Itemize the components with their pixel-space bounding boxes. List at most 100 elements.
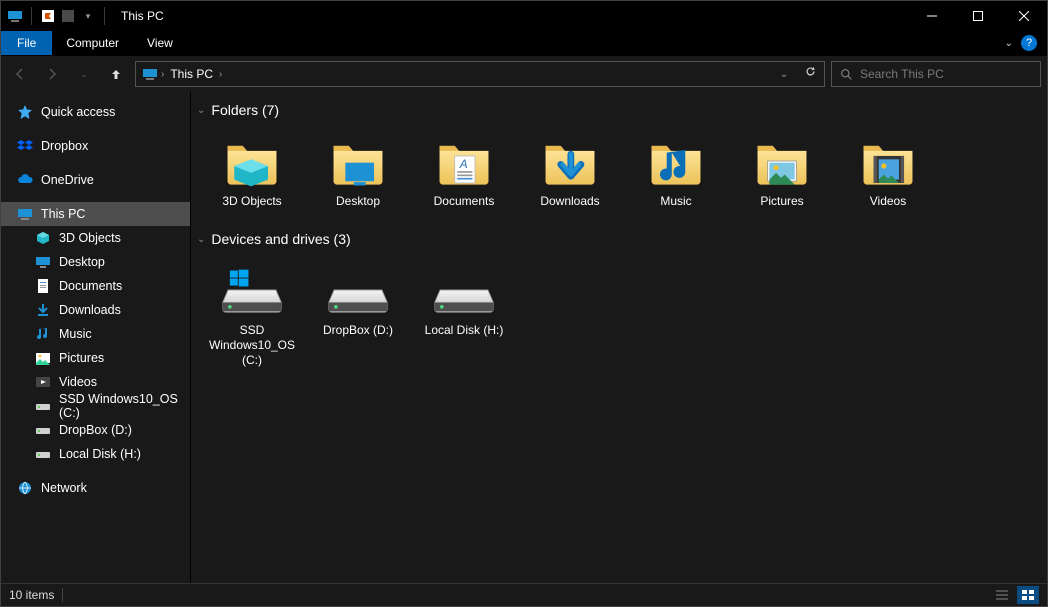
sidebar-item[interactable]: 3D Objects: [1, 226, 190, 250]
chevron-right-icon[interactable]: ›: [219, 69, 222, 80]
ribbon: File Computer View ⌄ ?: [1, 31, 1047, 56]
search-icon: [832, 68, 860, 81]
item-label: Videos: [870, 194, 906, 209]
item-label: Downloads: [540, 194, 599, 209]
ribbon-expand-icon[interactable]: ⌄: [1005, 38, 1013, 49]
group-header-label: Folders (7): [211, 102, 279, 118]
address-bar[interactable]: › This PC › ⌄: [135, 61, 825, 87]
folder-icon: [323, 130, 393, 192]
3d-icon: [35, 230, 51, 246]
folder-icon: A: [429, 130, 499, 192]
sidebar-item-onedrive[interactable]: OneDrive: [1, 168, 190, 192]
folder-icon: [747, 130, 817, 192]
videos-icon: [35, 374, 51, 390]
search-box[interactable]: Search This PC: [831, 61, 1041, 87]
address-history-dropdown[interactable]: ⌄: [772, 69, 796, 80]
drive-item[interactable]: Local Disk (H:): [423, 259, 505, 368]
refresh-button[interactable]: [796, 65, 824, 83]
sidebar-item-label: 3D Objects: [59, 231, 121, 245]
content-pane: ⌄ Folders (7) 3D Objects Desktop A Docum…: [191, 92, 1047, 583]
ribbon-tab-computer[interactable]: Computer: [52, 31, 133, 55]
minimize-button[interactable]: [909, 1, 955, 31]
svg-text:A: A: [459, 157, 468, 171]
titlebar: ▾ This PC: [1, 1, 1047, 31]
network-icon: [17, 480, 33, 496]
view-large-icons-button[interactable]: [1017, 586, 1039, 604]
sidebar-item[interactable]: SSD Windows10_OS (C:): [1, 394, 190, 418]
close-button[interactable]: [1001, 1, 1047, 31]
sidebar-item-label: This PC: [41, 207, 85, 221]
folder-item[interactable]: Downloads: [529, 130, 611, 209]
item-label: SSD Windows10_OS (C:): [209, 323, 295, 368]
group-header-folders[interactable]: ⌄ Folders (7): [195, 98, 1047, 124]
sidebar-item-label: OneDrive: [41, 173, 94, 187]
window-title: This PC: [121, 9, 164, 23]
sidebar-item[interactable]: Local Disk (H:): [1, 442, 190, 466]
nav-back-button[interactable]: [7, 61, 33, 87]
folder-item[interactable]: Music: [635, 130, 717, 209]
folder-item[interactable]: Pictures: [741, 130, 823, 209]
folder-item[interactable]: A Documents: [423, 130, 505, 209]
folder-icon: [535, 130, 605, 192]
help-icon[interactable]: ?: [1021, 35, 1037, 51]
star-icon: [17, 104, 33, 120]
view-details-button[interactable]: [991, 586, 1013, 604]
drive-item[interactable]: DropBox (D:): [317, 259, 399, 368]
app-icon: [7, 8, 23, 24]
sidebar-item-network[interactable]: Network: [1, 476, 190, 500]
ribbon-tab-view[interactable]: View: [133, 31, 187, 55]
sidebar-item-label: Downloads: [59, 303, 121, 317]
qat-new-icon[interactable]: [60, 8, 76, 24]
item-label: Pictures: [760, 194, 803, 209]
pictures-icon: [35, 350, 51, 366]
sidebar-item-label: Videos: [59, 375, 97, 389]
address-icon: [139, 66, 161, 82]
sidebar-item-label: Desktop: [59, 255, 105, 269]
sidebar-item-label: Documents: [59, 279, 122, 293]
sidebar-item-label: Quick access: [41, 105, 115, 119]
sidebar-item[interactable]: Videos: [1, 370, 190, 394]
sidebar-item-quick-access[interactable]: Quick access: [1, 100, 190, 124]
pc-icon: [17, 206, 33, 222]
sidebar-item-label: Local Disk (H:): [59, 447, 141, 461]
sidebar-item[interactable]: DropBox (D:): [1, 418, 190, 442]
drive-icon: [35, 446, 51, 462]
ribbon-file-tab[interactable]: File: [1, 31, 52, 55]
drive-icon: [429, 259, 499, 321]
folder-icon: [853, 130, 923, 192]
item-label: Documents: [434, 194, 495, 209]
folder-item[interactable]: 3D Objects: [211, 130, 293, 209]
nav-recent-dropdown[interactable]: ⌄: [71, 61, 97, 87]
folder-icon: [641, 130, 711, 192]
sidebar-item[interactable]: Downloads: [1, 298, 190, 322]
chevron-down-icon: ⌄: [197, 234, 205, 245]
qat-properties-icon[interactable]: [40, 8, 56, 24]
status-item-count: 10 items: [9, 588, 54, 602]
item-label: Desktop: [336, 194, 380, 209]
sidebar-item-dropbox[interactable]: Dropbox: [1, 134, 190, 158]
navbar: ⌄ › This PC › ⌄ Search This PC: [1, 56, 1047, 92]
sidebar-item-label: DropBox (D:): [59, 423, 132, 437]
nav-up-button[interactable]: [103, 61, 129, 87]
sidebar-item-this-pc[interactable]: This PC: [1, 202, 190, 226]
sidebar-item[interactable]: Documents: [1, 274, 190, 298]
sidebar-item[interactable]: Desktop: [1, 250, 190, 274]
breadcrumb-item[interactable]: This PC: [164, 67, 219, 81]
documents-icon: [35, 278, 51, 294]
folder-icon: [217, 130, 287, 192]
folder-item[interactable]: Videos: [847, 130, 929, 209]
sidebar-item[interactable]: Music: [1, 322, 190, 346]
qat-dropdown-icon[interactable]: ▾: [80, 8, 96, 24]
group-header-drives[interactable]: ⌄ Devices and drives (3): [195, 227, 1047, 253]
navigation-pane: Quick access Dropbox OneDrive This PC 3D…: [1, 92, 191, 583]
folder-item[interactable]: Desktop: [317, 130, 399, 209]
drive-icon: [217, 259, 287, 321]
nav-forward-button[interactable]: [39, 61, 65, 87]
item-label: 3D Objects: [222, 194, 281, 209]
sidebar-item[interactable]: Pictures: [1, 346, 190, 370]
downloads-icon: [35, 302, 51, 318]
drive-item[interactable]: SSD Windows10_OS (C:): [211, 259, 293, 368]
maximize-button[interactable]: [955, 1, 1001, 31]
item-label: DropBox (D:): [323, 323, 393, 338]
onedrive-icon: [17, 172, 33, 188]
